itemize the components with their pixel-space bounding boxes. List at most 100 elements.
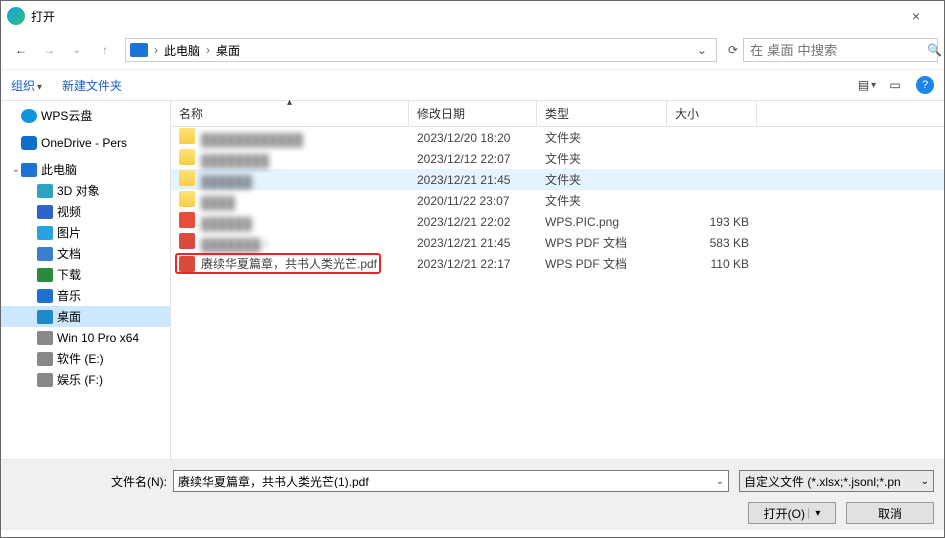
sidebar-item-onedrive[interactable]: OneDrive - Pers bbox=[1, 132, 170, 153]
help-icon[interactable]: ? bbox=[916, 76, 934, 94]
png-icon bbox=[179, 212, 195, 228]
breadcrumb-desktop[interactable]: 桌面 bbox=[212, 42, 244, 59]
address-bar[interactable]: › 此电脑 › 桌面 ⌄ bbox=[125, 38, 717, 62]
folder-icon bbox=[179, 149, 195, 165]
pdf-icon bbox=[179, 256, 195, 272]
file-row[interactable]: ████████████ 2023/12/20 18:20文件夹 bbox=[171, 127, 944, 148]
navigation-tree[interactable]: WPS云盘 OneDrive - Pers ⌄此电脑 3D 对象 视频 图片 文… bbox=[1, 101, 171, 459]
file-date: 2023/12/21 21:45 bbox=[409, 169, 537, 190]
close-button[interactable]: × bbox=[896, 8, 936, 24]
new-folder-button[interactable]: 新建文件夹 bbox=[62, 77, 122, 94]
sidebar-item-wps[interactable]: WPS云盘 bbox=[1, 105, 170, 126]
toolbar: 组织▾ 新建文件夹 ▤▾ ▭ ? bbox=[1, 69, 944, 101]
filename-input[interactable] bbox=[178, 474, 712, 488]
col-name[interactable]: ▴名称 bbox=[171, 101, 409, 126]
chevron-down-icon[interactable]: ⌄ bbox=[921, 476, 929, 487]
filetype-label: 自定义文件 (*.xlsx;*.jsonl;*.pn bbox=[744, 473, 901, 490]
file-type: WPS.PIC.png bbox=[537, 211, 667, 232]
title-bar: 打开 × bbox=[1, 1, 944, 31]
file-type: WPS PDF 文档 bbox=[537, 232, 667, 253]
file-list: ▴名称 修改日期 类型 大小 ████████████2023/12/20 18… bbox=[171, 101, 944, 459]
cancel-button[interactable]: 取消 bbox=[846, 502, 934, 524]
refresh-button[interactable]: ⟳ bbox=[723, 43, 743, 57]
file-size: 583 KB bbox=[667, 232, 757, 253]
breadcrumb-thispc[interactable]: 此电脑 bbox=[160, 42, 204, 59]
search-icon[interactable]: 🔍 bbox=[927, 43, 942, 57]
file-size: 193 KB bbox=[667, 211, 757, 232]
filename-label: 文件名(N): bbox=[111, 473, 167, 490]
content-area: WPS云盘 OneDrive - Pers ⌄此电脑 3D 对象 视频 图片 文… bbox=[1, 101, 944, 459]
file-row[interactable]: ██████ 2023/12/21 22:02WPS.PIC.png193 KB bbox=[171, 211, 944, 232]
sidebar-item-3dobjects[interactable]: 3D 对象 bbox=[1, 180, 170, 201]
file-size bbox=[667, 169, 757, 190]
address-bar-row: ← → ⌄ ↑ › 此电脑 › 桌面 ⌄ ⟳ 🔍 bbox=[1, 37, 944, 63]
sidebar-item-desktop[interactable]: 桌面 bbox=[1, 306, 170, 327]
filetype-combo[interactable]: 自定义文件 (*.xlsx;*.jsonl;*.pn ⌄ bbox=[739, 470, 934, 492]
chevron-icon[interactable]: › bbox=[152, 43, 160, 57]
chevron-icon[interactable]: › bbox=[204, 43, 212, 57]
file-row[interactable]: 赓续华夏篇章，共书人类光芒.pdf 2023/12/21 22:17WPS PDF… bbox=[171, 253, 944, 274]
sidebar-item-thispc[interactable]: ⌄此电脑 bbox=[1, 159, 170, 180]
open-button[interactable]: 打开(O) ▾ bbox=[748, 502, 836, 524]
chevron-down-icon[interactable]: ⌄ bbox=[712, 476, 724, 487]
search-input[interactable] bbox=[750, 43, 927, 58]
col-date[interactable]: 修改日期 bbox=[409, 101, 537, 126]
bottom-panel: 文件名(N): ⌄ 自定义文件 (*.xlsx;*.jsonl;*.pn ⌄ 打… bbox=[1, 459, 944, 530]
file-row[interactable]: ████ 2020/11/22 23:07文件夹 bbox=[171, 190, 944, 211]
file-size: 110 KB bbox=[667, 253, 757, 274]
file-name: ████████ bbox=[201, 154, 269, 168]
file-row[interactable]: ███████ f 2023/12/21 21:45WPS PDF 文档583 K… bbox=[171, 232, 944, 253]
back-button[interactable]: ← bbox=[7, 39, 35, 61]
forward-button[interactable]: → bbox=[35, 39, 63, 61]
file-name: ████ bbox=[201, 196, 235, 210]
file-date: 2023/12/21 22:17 bbox=[409, 253, 537, 274]
file-name: ██████ bbox=[201, 217, 252, 231]
recent-dropdown[interactable]: ⌄ bbox=[63, 39, 91, 61]
filename-combo[interactable]: ⌄ bbox=[173, 470, 729, 492]
file-date: 2020/11/22 23:07 bbox=[409, 190, 537, 211]
sidebar-item-documents[interactable]: 文档 bbox=[1, 243, 170, 264]
split-chevron-icon: ▾ bbox=[808, 508, 820, 519]
file-size bbox=[667, 148, 757, 169]
file-rows[interactable]: ████████████2023/12/20 18:20文件夹████████2… bbox=[171, 127, 944, 459]
col-type[interactable]: 类型 bbox=[537, 101, 667, 126]
sidebar-item-win10[interactable]: Win 10 Pro x64 bbox=[1, 327, 170, 348]
sidebar-item-ent[interactable]: 娱乐 (F:) bbox=[1, 369, 170, 390]
column-headers: ▴名称 修改日期 类型 大小 bbox=[171, 101, 944, 127]
file-name: ███████ f bbox=[201, 238, 267, 252]
sidebar-item-soft[interactable]: 软件 (E:) bbox=[1, 348, 170, 369]
file-row[interactable]: ████████ 2023/12/12 22:07文件夹 bbox=[171, 148, 944, 169]
sort-asc-icon: ▴ bbox=[287, 97, 292, 108]
file-date: 2023/12/20 18:20 bbox=[409, 127, 537, 148]
up-button[interactable]: ↑ bbox=[91, 39, 119, 61]
file-size bbox=[667, 127, 757, 148]
file-type: 文件夹 bbox=[537, 190, 667, 211]
file-date: 2023/12/12 22:07 bbox=[409, 148, 537, 169]
folder-icon bbox=[179, 170, 195, 186]
file-type: 文件夹 bbox=[537, 169, 667, 190]
pdf-icon bbox=[179, 233, 195, 249]
file-name: 赓续华夏篇章，共书人类光芒.pdf bbox=[201, 255, 377, 272]
folder-icon bbox=[179, 191, 195, 207]
file-name: ████████████ bbox=[201, 133, 303, 147]
sidebar-item-pictures[interactable]: 图片 bbox=[1, 222, 170, 243]
view-mode-button[interactable]: ▤▾ bbox=[856, 76, 878, 94]
file-type: WPS PDF 文档 bbox=[537, 253, 667, 274]
file-row[interactable]: ██████2023/12/21 21:45文件夹 bbox=[171, 169, 944, 190]
sidebar-item-downloads[interactable]: 下载 bbox=[1, 264, 170, 285]
preview-pane-button[interactable]: ▭ bbox=[884, 76, 906, 94]
address-dropdown[interactable]: ⌄ bbox=[692, 43, 712, 57]
file-type: 文件夹 bbox=[537, 127, 667, 148]
edge-icon bbox=[7, 7, 25, 25]
sidebar-item-music[interactable]: 音乐 bbox=[1, 285, 170, 306]
file-type: 文件夹 bbox=[537, 148, 667, 169]
file-size bbox=[667, 190, 757, 211]
file-date: 2023/12/21 21:45 bbox=[409, 232, 537, 253]
file-date: 2023/12/21 22:02 bbox=[409, 211, 537, 232]
sidebar-item-videos[interactable]: 视频 bbox=[1, 201, 170, 222]
organize-button[interactable]: 组织▾ bbox=[11, 77, 42, 94]
window-title: 打开 bbox=[31, 8, 896, 25]
search-box[interactable]: 🔍 bbox=[743, 38, 938, 62]
col-size[interactable]: 大小 bbox=[667, 101, 757, 126]
thispc-icon bbox=[130, 43, 148, 57]
